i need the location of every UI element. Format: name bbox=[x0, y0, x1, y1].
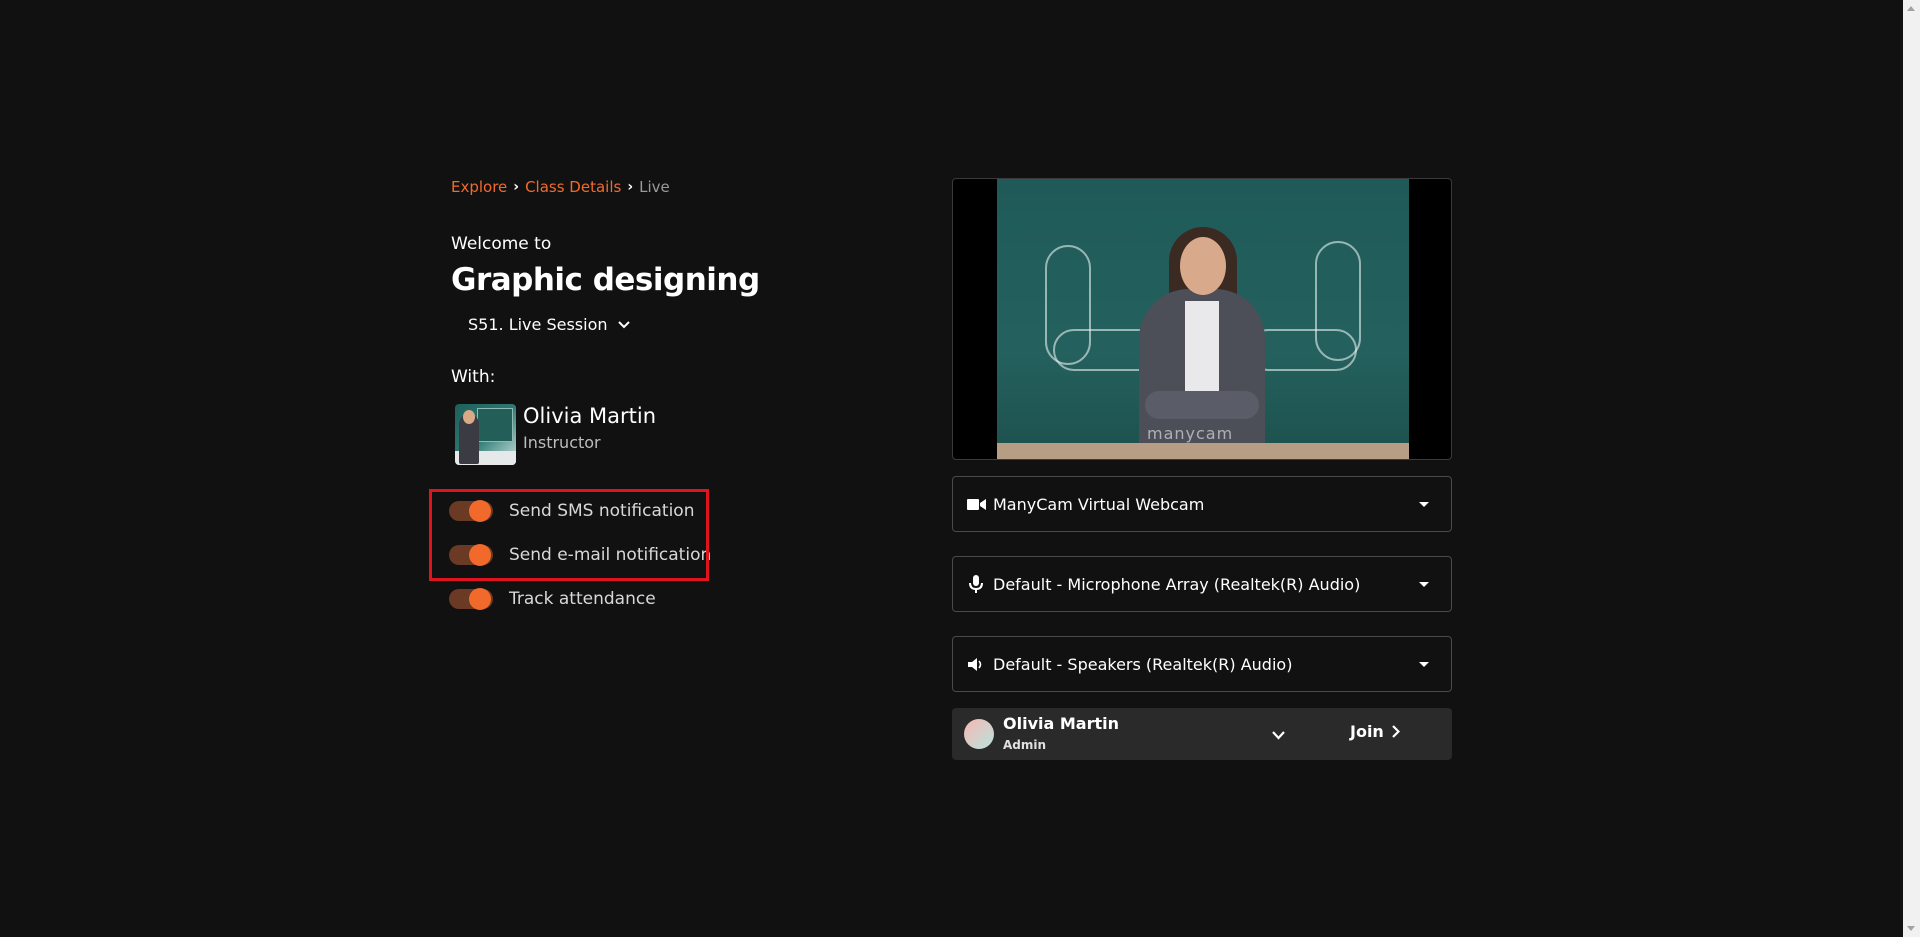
video-feed: manycam bbox=[997, 179, 1409, 459]
scroll-up-icon[interactable] bbox=[1907, 6, 1915, 11]
user-name: Olivia Martin bbox=[1003, 714, 1119, 733]
page-title: Graphic designing bbox=[451, 262, 760, 298]
join-button[interactable]: Join bbox=[1350, 722, 1400, 741]
vertical-scrollbar[interactable] bbox=[1903, 0, 1920, 937]
speaker-icon bbox=[966, 657, 986, 672]
with-label: With: bbox=[451, 367, 496, 387]
email-notification-toggle[interactable] bbox=[449, 544, 493, 566]
avatar bbox=[964, 719, 994, 749]
instructor-avatar bbox=[455, 404, 516, 465]
sms-notification-toggle[interactable] bbox=[449, 500, 493, 522]
welcome-text: Welcome to bbox=[451, 234, 552, 254]
video-camera-icon bbox=[966, 498, 986, 511]
join-button-label: Join bbox=[1350, 722, 1384, 741]
join-bar: Olivia Martin Admin Join bbox=[952, 708, 1452, 760]
track-attendance-label: Track attendance bbox=[509, 589, 656, 609]
session-select-value: S51. Live Session bbox=[468, 315, 608, 334]
track-attendance-toggle[interactable] bbox=[449, 588, 493, 610]
instructor-role: Instructor bbox=[523, 433, 601, 452]
chevron-down-icon bbox=[1272, 731, 1285, 740]
session-select[interactable]: S51. Live Session bbox=[468, 315, 630, 334]
video-preview: manycam bbox=[952, 178, 1452, 460]
breadcrumb-class-details-link[interactable]: Class Details bbox=[525, 178, 621, 196]
caret-down-icon bbox=[1419, 662, 1429, 667]
email-notification-label: Send e-mail notification bbox=[509, 545, 712, 565]
user-options-chevron[interactable] bbox=[1272, 725, 1285, 744]
camera-select[interactable]: ManyCam Virtual Webcam bbox=[952, 476, 1452, 532]
breadcrumb-explore-link[interactable]: Explore bbox=[451, 178, 507, 196]
chevron-right-icon bbox=[1392, 725, 1400, 738]
chevron-down-icon bbox=[617, 320, 630, 328]
microphone-select[interactable]: Default - Microphone Array (Realtek(R) A… bbox=[952, 556, 1452, 612]
microphone-icon bbox=[966, 574, 986, 594]
sms-notification-row: Send SMS notification bbox=[449, 500, 695, 522]
speaker-select-value: Default - Speakers (Realtek(R) Audio) bbox=[993, 654, 1293, 674]
camera-select-value: ManyCam Virtual Webcam bbox=[993, 494, 1205, 514]
user-role: Admin bbox=[1003, 738, 1047, 752]
breadcrumb: Explore › Class Details › Live bbox=[451, 178, 670, 196]
speaker-select[interactable]: Default - Speakers (Realtek(R) Audio) bbox=[952, 636, 1452, 692]
microphone-select-value: Default - Microphone Array (Realtek(R) A… bbox=[993, 574, 1361, 594]
track-attendance-row: Track attendance bbox=[449, 588, 656, 610]
scroll-down-icon[interactable] bbox=[1907, 926, 1915, 931]
email-notification-row: Send e-mail notification bbox=[449, 544, 712, 566]
manycam-watermark: manycam bbox=[1147, 424, 1234, 443]
sms-notification-label: Send SMS notification bbox=[509, 501, 695, 521]
caret-down-icon bbox=[1419, 502, 1429, 507]
instructor-name: Olivia Martin bbox=[523, 404, 657, 428]
chevron-right-icon: › bbox=[627, 179, 634, 195]
caret-down-icon bbox=[1419, 582, 1429, 587]
chevron-right-icon: › bbox=[513, 179, 520, 195]
breadcrumb-current: Live bbox=[639, 178, 670, 196]
